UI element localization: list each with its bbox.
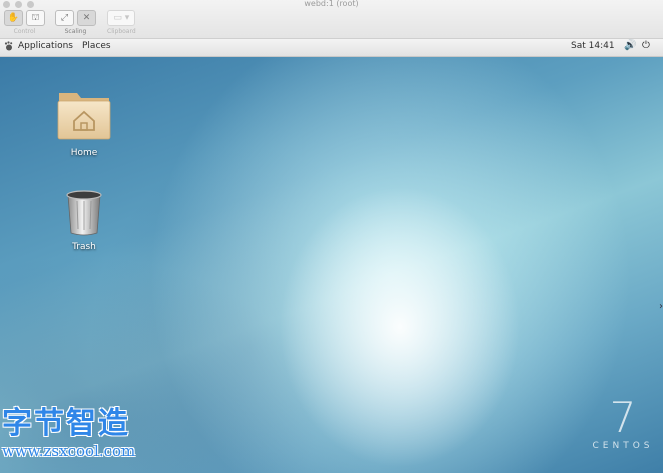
centos-logo: 7 CENTOS [588, 393, 658, 452]
centos-wordmark: CENTOS [592, 441, 654, 451]
power-icon[interactable]: ⏻ [642, 40, 650, 51]
places-label: Places [82, 41, 111, 51]
clock-text: Sat 14:41 [571, 41, 615, 51]
top-panel: Applications Places Sat 14:41 🔊 ⏻ [0, 39, 663, 57]
home-label: Home [70, 148, 98, 158]
applications-menu[interactable]: Applications [4, 41, 73, 51]
places-menu[interactable]: Places [82, 41, 111, 51]
control-label: Control [13, 28, 36, 35]
fit-button[interactable]: ⤢ [55, 10, 74, 26]
tool-icon: ⛫ [31, 12, 40, 23]
clipboard-group: ▭ ▾ Clipboard [107, 10, 136, 35]
tool-button[interactable]: ⛫ [26, 10, 45, 26]
volume-icon[interactable]: 🔊 [624, 40, 636, 51]
watermark-chinese: 字节智造 [2, 406, 130, 441]
hand-icon: ✋ [7, 13, 20, 23]
watermark: 字节智造 www.zsxcool.com [2, 406, 136, 461]
window-title: webd:1 (root) [0, 0, 663, 8]
viewer-toolbar: webd:1 (root) ✋ ⛫ Control ⤢ ✕ Scaling ▭ … [0, 0, 663, 39]
clock[interactable]: Sat 14:41 [571, 41, 615, 51]
scaling-group: ⤢ ✕ Scaling [55, 10, 96, 35]
hand-button[interactable]: ✋ [4, 10, 23, 26]
edge-caret-icon: › [659, 301, 663, 312]
fit-icon: ⤢ [60, 13, 69, 23]
centos-version: 7 [609, 393, 637, 442]
trash-icon [66, 190, 102, 236]
clipboard-button[interactable]: ▭ ▾ [107, 10, 136, 26]
scaling-label: Scaling [64, 28, 87, 35]
fullscreen-button[interactable]: ✕ [77, 10, 96, 26]
watermark-url: www.zsxcool.com [2, 442, 136, 460]
fullscreen-icon: ✕ [82, 13, 91, 23]
control-group: ✋ ⛫ Control [4, 10, 45, 35]
clipboard-icon: ▭ ▾ [113, 13, 130, 23]
applications-label: Applications [18, 41, 73, 51]
clipboard-label: Clipboard [107, 28, 136, 35]
trash-label: Trash [72, 242, 96, 252]
desktop-icon-home[interactable]: Home [49, 87, 119, 158]
desktop[interactable]: Home Trash 7 CENTOS 字节智造 www.zsxcool.com… [0, 57, 663, 473]
home-folder-icon [57, 93, 111, 140]
window-title-text: webd:1 (root) [304, 0, 359, 8]
gnome-foot-icon [4, 41, 13, 51]
desktop-icon-trash[interactable]: Trash [49, 187, 119, 252]
